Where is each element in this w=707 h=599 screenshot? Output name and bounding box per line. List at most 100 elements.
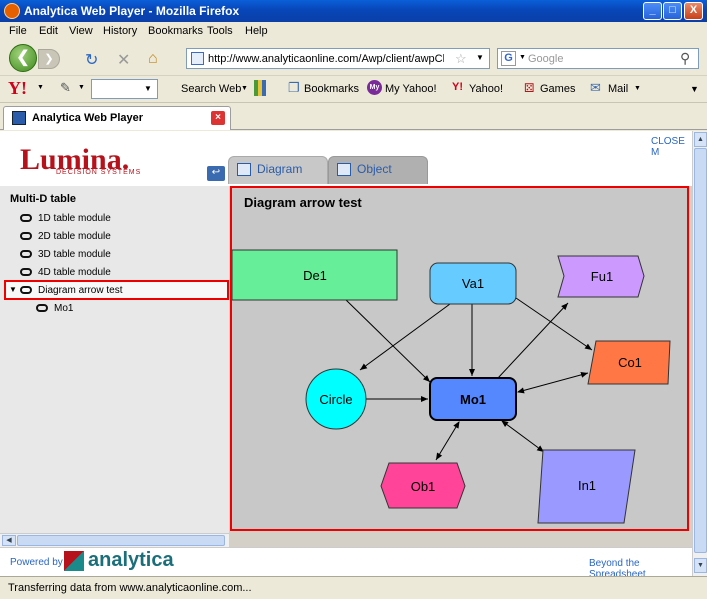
tree-item-label[interactable]: Mo1 [54, 303, 73, 314]
scroll-down-icon[interactable]: ▼ [694, 558, 707, 573]
forward-button[interactable]: ❯ [38, 49, 60, 69]
maximize-button[interactable]: □ [663, 2, 682, 20]
menu-file[interactable]: File [9, 25, 27, 37]
pencil-dropdown-icon[interactable]: ▼ [78, 84, 85, 91]
tab-diagram[interactable]: Diagram [228, 156, 328, 184]
node-mo1[interactable]: Mo1 [429, 377, 517, 421]
page-vertical-scrollbar[interactable]: ▲ ▼ [692, 131, 707, 576]
node-de1-label: De1 [303, 268, 327, 283]
search-web-dropdown-icon[interactable]: ▼ [241, 85, 248, 92]
yahoo-search-field[interactable]: ▼ [91, 79, 158, 99]
arrow-mo1-co1 [517, 371, 589, 394]
node-va1[interactable]: Va1 [429, 262, 517, 305]
menu-edit[interactable]: Edit [39, 25, 58, 37]
tab-close-icon[interactable]: × [211, 111, 225, 125]
tab-analytica-web-player[interactable]: Analytica Web Player × [3, 106, 231, 130]
menu-help[interactable]: Help [245, 25, 268, 37]
scroll-left-icon[interactable]: ◀ [2, 535, 16, 546]
stop-icon[interactable]: ✕ [117, 50, 130, 70]
search-web-button[interactable]: Search Web [181, 83, 241, 95]
search-engine-dropdown-icon[interactable]: ▼ [519, 54, 526, 61]
tree-item-1d-table-module[interactable]: 1D table module [20, 210, 220, 228]
tree-item-label[interactable]: 4D table module [38, 267, 111, 278]
tab-object[interactable]: Object [328, 156, 428, 184]
tree-item-label[interactable]: 3D table module [38, 249, 111, 260]
tree-item-label[interactable]: 1D table module [38, 213, 111, 224]
arrow-mo1-in1 [501, 420, 545, 453]
module-node-icon [36, 304, 48, 312]
menu-bookmarks[interactable]: Bookmarks [148, 25, 203, 37]
search-icon[interactable]: ⚲ [680, 50, 690, 67]
tab-title[interactable]: Analytica Web Player [32, 112, 143, 124]
yahoo-button[interactable]: Yahoo! [469, 83, 503, 95]
toolbar-overflow-icon[interactable]: ▼ [690, 84, 699, 94]
google-icon[interactable]: G [501, 51, 516, 66]
star-icon[interactable]: ☆ [455, 51, 467, 67]
tree-item-mo1[interactable]: Mo1 [36, 300, 216, 318]
mail-button[interactable]: Mail [608, 83, 628, 95]
home-icon[interactable]: ⌂ [148, 50, 158, 68]
tree-title: Multi-D table [10, 193, 76, 205]
arrow-de1-mo1 [343, 297, 431, 383]
back-button[interactable]: ❮ [9, 44, 37, 72]
tab-diagram-label[interactable]: Diagram [257, 162, 302, 176]
window-title: Analytica Web Player - Mozilla Firefox [24, 4, 240, 18]
tree-item-label[interactable]: Diagram arrow test [38, 285, 122, 296]
scroll-thumb[interactable] [694, 148, 707, 553]
node-co1[interactable]: Co1 [587, 340, 671, 385]
tree-item-label[interactable]: 2D table module [38, 231, 111, 242]
tree-item-3d-table-module[interactable]: 3D table module [20, 246, 220, 264]
minimize-button[interactable]: _ [643, 2, 662, 20]
tree-item-diagram-arrow-test[interactable]: ▼ Diagram arrow test [4, 280, 229, 300]
close-button[interactable]: X [684, 2, 703, 20]
node-circle-label: Circle [319, 392, 352, 407]
node-va1-label: Va1 [462, 276, 484, 291]
search-placeholder[interactable]: Google [528, 53, 563, 65]
firefox-icon [4, 3, 20, 19]
yahoo-icon[interactable]: Y! [452, 81, 463, 93]
games-button[interactable]: Games [540, 83, 575, 95]
analytica-logo-icon [64, 551, 84, 571]
node-ob1-label: Ob1 [411, 479, 436, 494]
url-bar[interactable]: http://www.analyticaonline.com/Awp/clien… [186, 48, 490, 69]
powered-by-label: Powered by [10, 557, 63, 568]
tree-item-2d-table-module[interactable]: 2D table module [20, 228, 220, 246]
analytica-tab-icon [12, 111, 26, 125]
title-bar: Analytica Web Player - Mozilla Firefox _… [0, 0, 707, 22]
pencil-icon[interactable]: ✎ [60, 80, 71, 96]
arrow-va1-circle [359, 303, 451, 371]
node-circle[interactable]: Circle [305, 368, 367, 430]
node-in1-label: In1 [578, 478, 596, 493]
my-yahoo-icon[interactable]: My [367, 80, 382, 95]
node-fu1[interactable]: Fu1 [557, 255, 645, 298]
node-ob1[interactable]: Ob1 [380, 462, 466, 509]
shield-icon[interactable] [254, 80, 266, 96]
url-text[interactable]: http://www.analyticaonline.com/Awp/clien… [208, 53, 444, 65]
yahoo-logo-icon[interactable]: Y! [8, 78, 27, 99]
search-box[interactable]: G ▼ Google ⚲ [497, 48, 699, 69]
scroll-thumb[interactable] [17, 535, 225, 546]
url-dropdown-icon[interactable]: ▼ [476, 53, 484, 62]
menu-history[interactable]: History [103, 25, 137, 37]
bookmarks-button[interactable]: Bookmarks [304, 83, 359, 95]
bookmarks-icon[interactable]: ❐ [288, 80, 300, 96]
lumina-logo-sub: DECISION SYSTEMS [56, 169, 142, 176]
mail-icon[interactable]: ✉ [590, 80, 601, 96]
tree-horizontal-scrollbar[interactable]: ◀ [0, 533, 229, 547]
tab-object-label[interactable]: Object [357, 162, 392, 176]
combo-dropdown-icon[interactable]: ▼ [144, 84, 152, 93]
expand-arrow-icon[interactable]: ▼ [9, 285, 17, 294]
close-model-link[interactable]: CLOSE M [651, 136, 692, 158]
menu-view[interactable]: View [69, 25, 93, 37]
menu-tools[interactable]: Tools [207, 25, 233, 37]
arrow-mo1-fu1 [497, 302, 569, 379]
yahoo-dropdown-icon[interactable]: ▼ [37, 84, 44, 91]
node-in1[interactable]: In1 [537, 449, 636, 524]
my-yahoo-button[interactable]: My Yahoo! [385, 83, 437, 95]
scroll-up-icon[interactable]: ▲ [694, 132, 707, 147]
reload-icon[interactable]: ↻ [85, 50, 98, 70]
node-de1[interactable]: De1 [232, 249, 398, 301]
mail-dropdown-icon[interactable]: ▼ [634, 85, 641, 92]
games-icon[interactable]: ⚄ [524, 81, 534, 95]
up-level-icon[interactable]: ↩ [207, 166, 225, 181]
